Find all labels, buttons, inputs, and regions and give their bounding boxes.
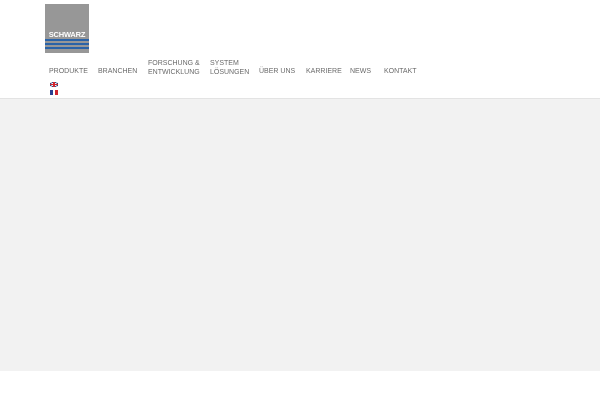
nav-item-label-line1: FORSCHUNG & [148,60,200,67]
nav-item-label-line2: LÖSUNGEN [210,69,250,76]
logo-text: SCHWARZ [48,30,86,39]
schwarz-logo[interactable]: SCHWARZ [45,4,89,53]
uk-flag-icon[interactable] [50,82,58,87]
nav-item-kontakt[interactable]: KONTAKT [384,67,417,76]
nav-item-label: KONTAKT [384,68,417,75]
main-navigation: PRODUKTE BRANCHEN FORSCHUNG & ENTWICKLUN… [0,58,600,88]
nav-item-system-loesungen[interactable]: SYSTEM LÖSUNGEN [210,59,249,77]
nav-item-label-line2: ENTWICKLUNG [148,69,200,76]
france-flag-icon[interactable] [50,90,58,95]
site-header: SCHWARZ PRODUKTE BRANCHEN FORSCHUNG & EN… [0,0,600,98]
nav-item-label: NEWS [350,68,371,75]
nav-item-produkte[interactable]: PRODUKTE [49,67,88,76]
nav-item-label: ÜBER UNS [259,68,296,75]
nav-item-karriere[interactable]: KARRIERE [306,67,342,76]
page-footer [0,371,600,400]
nav-item-ueber-uns[interactable]: ÜBER UNS [259,67,295,76]
nav-item-branchen[interactable]: BRANCHEN [98,67,137,76]
nav-item-label-line1: SYSTEM [210,60,239,67]
logo-stripes [45,39,89,53]
main-content-area [0,99,600,371]
nav-item-forschung-entwicklung[interactable]: FORSCHUNG & ENTWICKLUNG [148,59,200,77]
nav-item-news[interactable]: NEWS [350,67,371,76]
nav-item-label: KARRIERE [306,68,342,75]
nav-item-label: BRANCHEN [98,68,138,75]
nav-item-label: PRODUKTE [49,68,88,75]
